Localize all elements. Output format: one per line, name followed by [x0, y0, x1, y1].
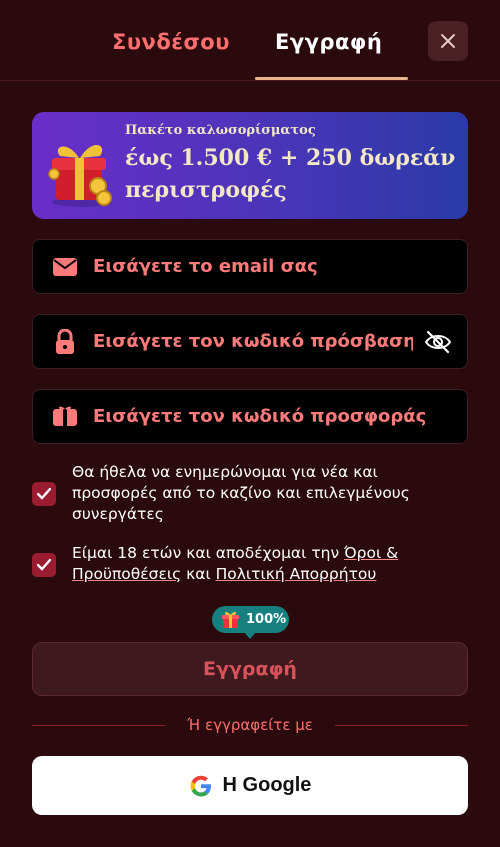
email-field[interactable]	[32, 239, 468, 294]
close-button[interactable]	[428, 21, 468, 61]
newsletter-consent: Θα ήθελα να ενημερώνομαι για νέα και προ…	[32, 462, 472, 526]
terms-middle: και	[181, 565, 216, 583]
email-input[interactable]	[93, 240, 423, 293]
password-input[interactable]	[93, 315, 413, 368]
banner-headline: έως 1.500 € + 250 δωρεάν περιστροφές	[125, 145, 456, 203]
completion-percent: 100%	[246, 612, 287, 627]
completion-badge: 100%	[212, 606, 289, 633]
terms-consent-text: Είμαι 18 ετών και αποδέχομαι την Όροι & …	[72, 543, 467, 585]
or-divider-right	[335, 725, 468, 726]
register-submit-label: Εγγραφή	[203, 658, 297, 680]
checkmark-icon	[37, 488, 51, 500]
close-icon	[441, 34, 455, 48]
register-submit-button[interactable]: Εγγραφή	[32, 642, 468, 696]
google-icon	[190, 775, 211, 796]
password-field[interactable]	[32, 314, 468, 369]
welcome-bonus-banner: Πακέτο καλωσορίσματος έως 1.500 € + 250 …	[32, 112, 468, 219]
show-password-toggle[interactable]	[423, 327, 453, 357]
gift-icon	[222, 611, 239, 628]
promo-code-field[interactable]	[32, 389, 468, 444]
privacy-link[interactable]: Πολιτική Απορρήτου	[216, 565, 377, 583]
newsletter-checkbox[interactable]	[32, 482, 56, 506]
gift-box-coins-icon	[48, 144, 112, 207]
promo-code-input[interactable]	[93, 390, 463, 443]
tab-register[interactable]: Εγγραφή	[275, 30, 382, 54]
newsletter-consent-text: Θα ήθελα να ενημερώνομαι για νέα και προ…	[72, 463, 410, 523]
auth-tabs: Συνδέσου Εγγραφή	[0, 0, 500, 82]
banner-subtitle: Πακέτο καλωσορίσματος	[125, 123, 316, 138]
terms-prefix: Είμαι 18 ετών και αποδέχομαι την	[72, 544, 345, 562]
terms-checkbox[interactable]	[32, 553, 56, 577]
google-signup-button[interactable]: Η Google	[32, 756, 468, 815]
envelope-icon	[52, 254, 78, 280]
completion-badge-pointer	[244, 632, 256, 639]
google-signup-label: Η Google	[222, 774, 312, 796]
lock-icon	[52, 328, 78, 355]
tab-login[interactable]: Συνδέσου	[112, 30, 230, 54]
ticket-icon	[52, 404, 78, 430]
eye-slash-icon	[424, 330, 452, 353]
checkmark-icon	[37, 559, 51, 571]
register-modal: Συνδέσου Εγγραφή Πακέτο καλωσορίσματος έ…	[0, 0, 500, 847]
tabs-divider	[0, 80, 500, 81]
terms-consent: Είμαι 18 ετών και αποδέχομαι την Όροι & …	[32, 543, 472, 587]
